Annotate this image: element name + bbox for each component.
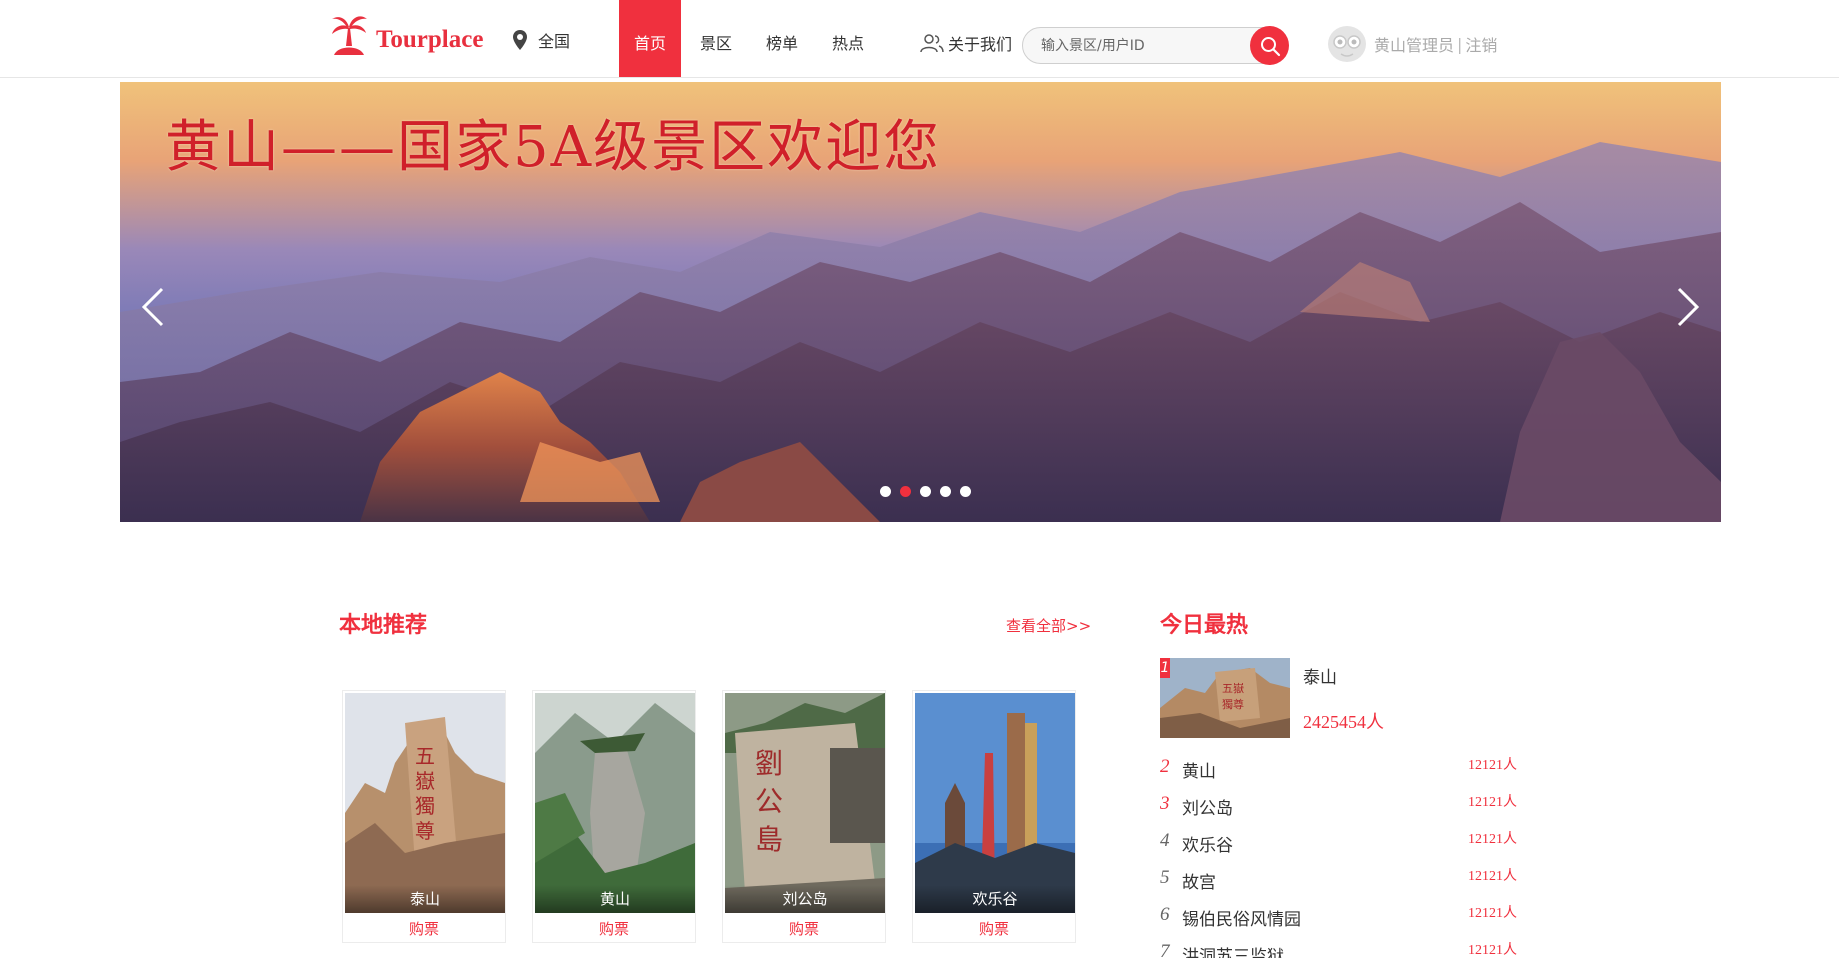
hot-rank-row[interactable]: 4 欢乐谷 12121人 [1160, 830, 1520, 860]
see-all-link[interactable]: 查看全部>> [1006, 615, 1091, 636]
search-box [1022, 26, 1289, 65]
carousel-dot[interactable] [940, 486, 951, 497]
buy-ticket-button[interactable]: 购票 [723, 915, 885, 943]
rank-name: 欢乐谷 [1182, 836, 1233, 856]
svg-text:劉: 劉 [755, 747, 783, 780]
carousel-dot[interactable] [900, 486, 911, 497]
rank-name: 锡伯民俗风情园 [1182, 910, 1301, 930]
rank-number: 6 [1160, 904, 1170, 925]
svg-text:獨: 獨 [415, 794, 435, 818]
svg-text:公: 公 [755, 785, 783, 818]
hot-rank-row[interactable]: 3 刘公岛 12121人 [1160, 793, 1520, 823]
logo-text: Tourplace [376, 26, 484, 53]
svg-text:嶽: 嶽 [415, 769, 435, 793]
svg-text:五: 五 [415, 744, 435, 768]
rank-name: 刘公岛 [1182, 799, 1233, 819]
scenic-card-name: 泰山 [345, 885, 505, 913]
svg-text:島: 島 [755, 823, 783, 856]
about-us-label: 关于我们 [948, 35, 1013, 54]
hot-rank-row[interactable]: 2 黄山 12121人 [1160, 756, 1520, 786]
scenic-card-image: 劉 公 島 [725, 693, 885, 913]
avatar-icon[interactable] [1326, 24, 1368, 64]
site-logo[interactable]: Tourplace [330, 10, 483, 60]
nav-item-hot[interactable]: 热点 [817, 0, 879, 77]
hot-top1-image[interactable]: 五嶽 獨尊 [1160, 658, 1290, 738]
chevron-left-icon[interactable] [134, 277, 174, 337]
hot-today-title: 今日最热 [1160, 613, 1249, 638]
carousel-dot[interactable] [880, 486, 891, 497]
scenic-card[interactable]: 五 嶽 獨 尊 泰山 购票 [342, 690, 506, 943]
rank-count: 12121人 [1468, 832, 1517, 847]
people-icon [920, 34, 944, 53]
top-header: Tourplace 全国 首页 景区 榜单 热点 关于我们 输入景区/用户ID … [0, 0, 1839, 78]
rank-count: 12121人 [1468, 758, 1517, 773]
scenic-card[interactable]: 劉 公 島 刘公岛 购票 [722, 690, 886, 943]
hot-top1-count: 2425454人 [1303, 712, 1384, 732]
main-nav: 首页 景区 榜单 热点 [619, 0, 883, 77]
map-pin-icon [513, 30, 527, 50]
user-area: 黄山管理员 | 注销 [1326, 24, 1497, 64]
scenic-card-image: 五 嶽 獨 尊 [345, 693, 505, 913]
rank-count: 12121人 [1468, 869, 1517, 884]
buy-ticket-button[interactable]: 购票 [913, 915, 1075, 943]
palm-tree-logo-icon [332, 16, 367, 55]
rank-count: 12121人 [1468, 795, 1517, 810]
carousel-indicators [880, 486, 980, 497]
logout-link[interactable]: 注销 [1465, 32, 1497, 56]
hot-rank-row[interactable]: 5 故宫 12121人 [1160, 867, 1520, 897]
chevron-right-icon[interactable] [1667, 277, 1707, 337]
about-us-link[interactable]: 关于我们 [920, 31, 1012, 55]
rank-count: 12121人 [1468, 943, 1517, 958]
hero-carousel: 黄山——国家5A级景区欢迎您 [120, 82, 1721, 522]
scenic-card-name: 欢乐谷 [915, 885, 1075, 913]
scenic-card-image [915, 693, 1075, 913]
rank-number: 7 [1160, 941, 1170, 958]
carousel-dot[interactable] [920, 486, 931, 497]
location-selector[interactable]: 全国 [512, 28, 570, 52]
nav-item-ranking[interactable]: 榜单 [751, 0, 813, 77]
scenic-card[interactable]: 欢乐谷 购票 [912, 690, 1076, 943]
hot-top1-rank: 1 [1160, 658, 1170, 678]
rank-number: 2 [1160, 756, 1170, 777]
rank-number: 3 [1160, 793, 1170, 814]
search-icon [1260, 36, 1280, 56]
search-input[interactable] [1041, 36, 1241, 56]
search-button[interactable] [1250, 26, 1289, 65]
scenic-card-image [535, 693, 695, 913]
svg-text:獨尊: 獨尊 [1222, 697, 1244, 711]
svg-text:尊: 尊 [415, 819, 435, 843]
scenic-card-name: 刘公岛 [725, 885, 885, 913]
nav-item-home[interactable]: 首页 [619, 0, 681, 77]
hot-rank-row[interactable]: 7 洪洞苏三监狱 12121人 [1160, 941, 1520, 958]
rank-name: 故宫 [1182, 873, 1216, 893]
nav-item-scenic[interactable]: 景区 [685, 0, 747, 77]
location-label: 全国 [538, 32, 571, 51]
local-recommend-title: 本地推荐 [339, 613, 428, 638]
scenic-card[interactable]: 黄山 购票 [532, 690, 696, 943]
buy-ticket-button[interactable]: 购票 [533, 915, 695, 943]
user-name[interactable]: 黄山管理员 [1374, 32, 1454, 56]
svg-text:五嶽: 五嶽 [1222, 682, 1244, 695]
rank-count: 12121人 [1468, 906, 1517, 921]
scenic-card-name: 黄山 [535, 885, 695, 913]
carousel-dot[interactable] [960, 486, 971, 497]
user-separator: | [1457, 34, 1463, 54]
rank-number: 5 [1160, 867, 1170, 888]
hot-top1-name[interactable]: 泰山 [1303, 663, 1337, 688]
buy-ticket-button[interactable]: 购票 [343, 915, 505, 943]
rank-name: 洪洞苏三监狱 [1182, 947, 1284, 958]
rank-name: 黄山 [1182, 762, 1216, 782]
rank-number: 4 [1160, 830, 1170, 851]
hot-rank-row[interactable]: 6 锡伯民俗风情园 12121人 [1160, 904, 1520, 934]
banner-title: 黄山——国家5A级景区欢迎您 [165, 115, 942, 180]
